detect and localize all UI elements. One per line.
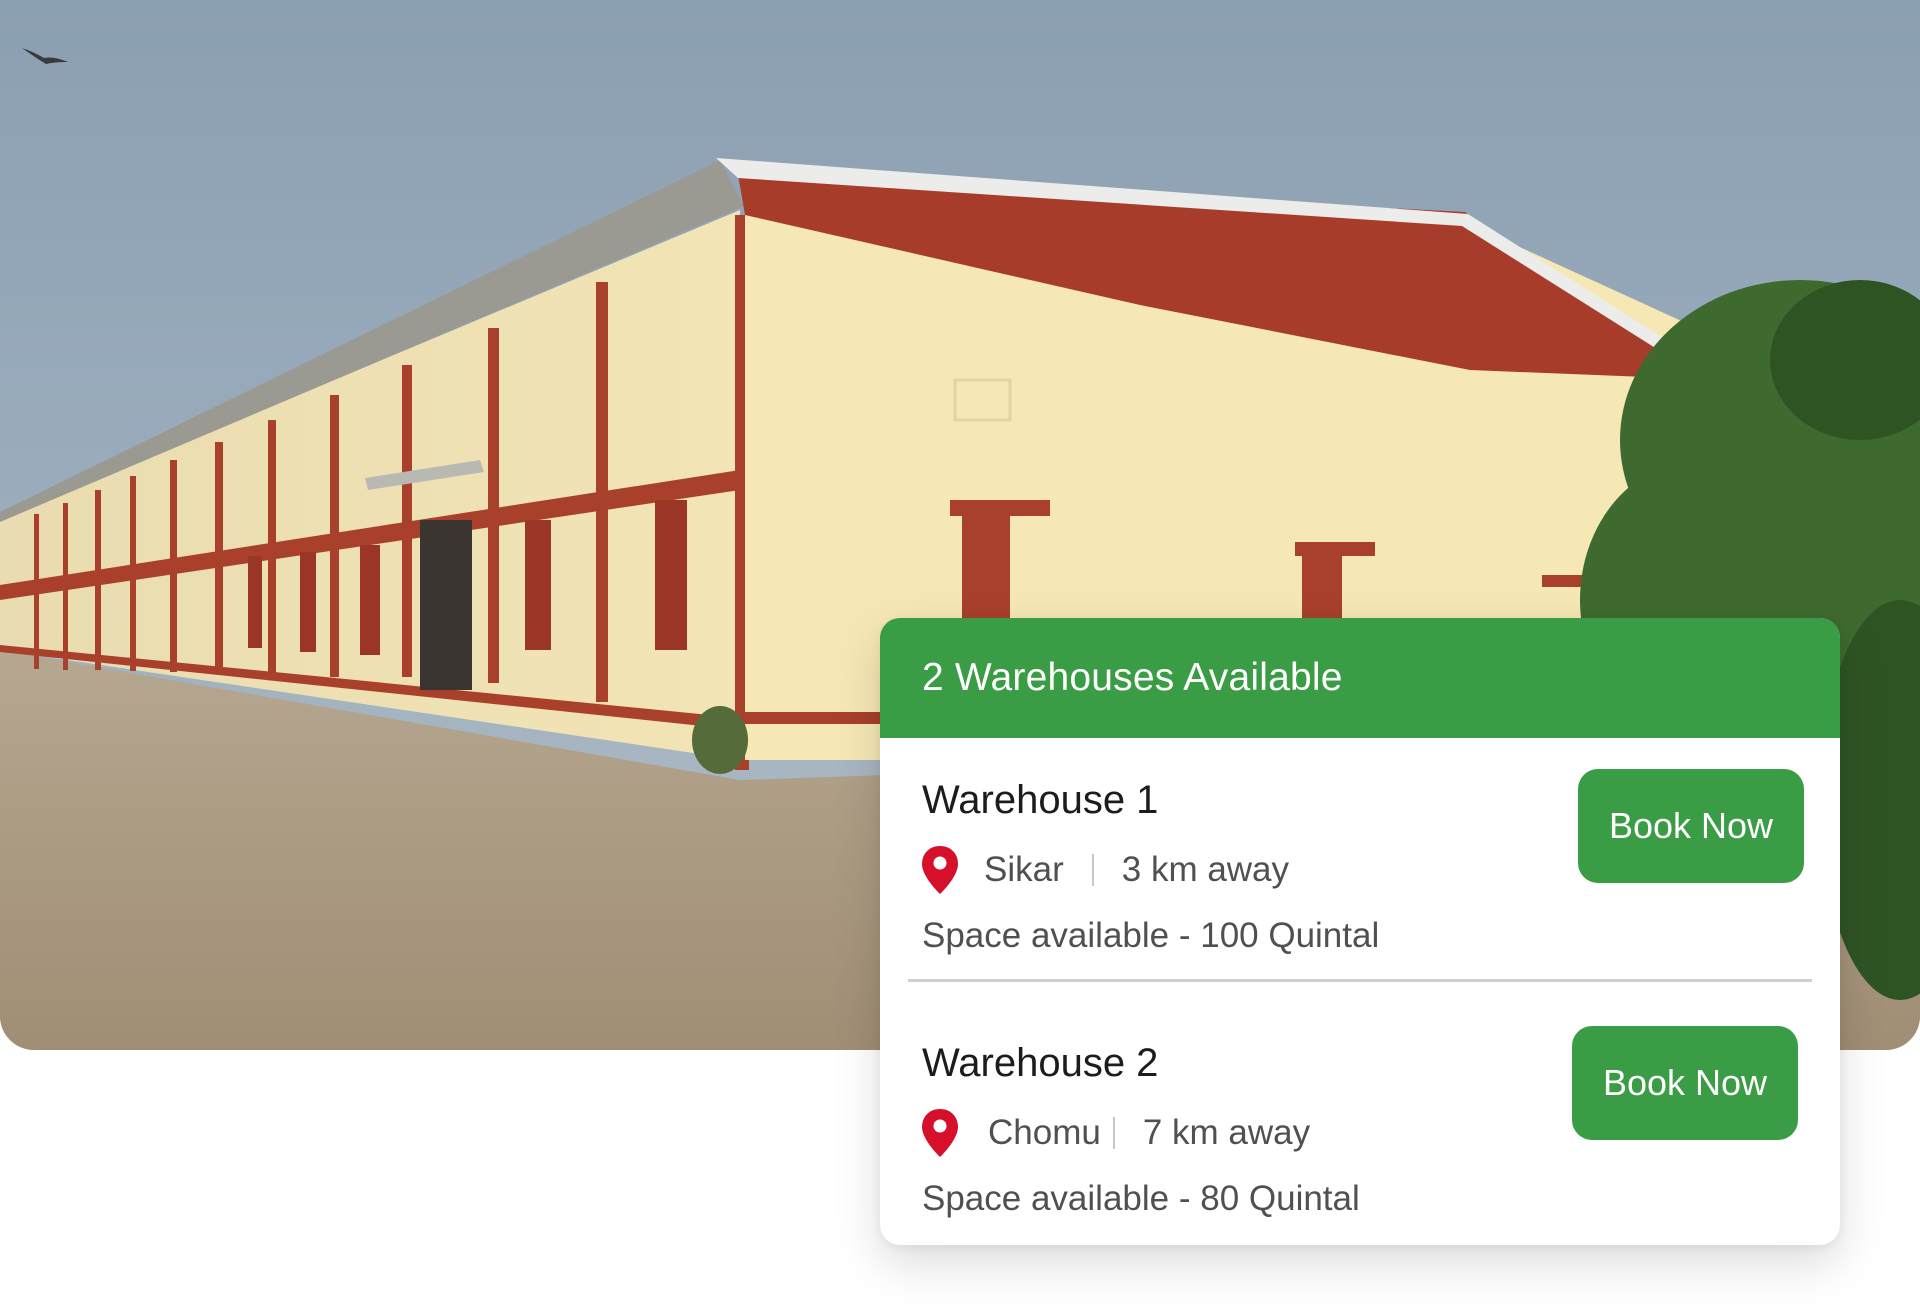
warehouse-city: Sikar — [984, 850, 1064, 889]
separator — [1091, 854, 1094, 886]
warehouse-distance: 7 km away — [1142, 1113, 1311, 1152]
availability-header: 2 Warehouses Available — [880, 618, 1840, 738]
warehouse-location: Sikar 3 km away — [920, 844, 1289, 896]
warehouse-distance: 3 km away — [1121, 850, 1290, 889]
warehouse-space: Space available - 80 Quintal — [922, 1179, 1360, 1218]
warehouse-city: Chomu — [988, 1113, 1101, 1152]
warehouse-space: Space available - 100 Quintal — [922, 916, 1380, 955]
warehouse-name: Warehouse 2 — [922, 1041, 1159, 1085]
location-pin-icon — [922, 1109, 958, 1157]
location-pin-icon — [922, 846, 958, 894]
book-now-button[interactable]: Book Now — [1572, 1026, 1798, 1140]
separator — [1112, 1117, 1115, 1149]
warehouse-location: Chomu 7 km away — [920, 1107, 1310, 1159]
warehouse-name: Warehouse 1 — [922, 778, 1159, 822]
divider — [908, 979, 1812, 982]
warehouse-availability-card: 2 Warehouses Available Warehouse 1 Sikar… — [880, 618, 1840, 1245]
book-now-button[interactable]: Book Now — [1578, 769, 1804, 883]
